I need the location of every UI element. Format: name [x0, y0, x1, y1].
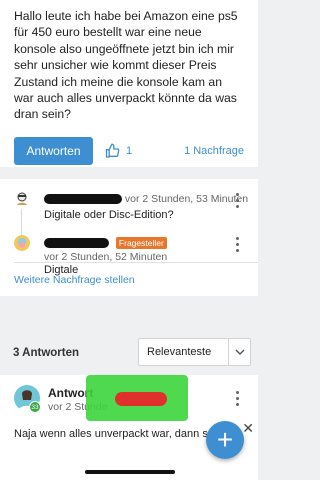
- question-text: Hallo leute ich habe bei Amazon eine ps5…: [14, 9, 238, 122]
- redacted-username: [44, 238, 109, 249]
- avatar[interactable]: [14, 191, 30, 207]
- answer-button[interactable]: Antworten: [14, 136, 93, 165]
- asker-badge: Fragesteller: [115, 237, 167, 249]
- followup-meta: Fragesteller: [44, 237, 167, 249]
- more-vertical-icon[interactable]: [236, 237, 240, 255]
- followups-section: vor 2 Stunden, 53 Minuten Digitale oder …: [0, 179, 258, 296]
- more-vertical-icon[interactable]: [236, 193, 240, 211]
- followup-text: Digitale oder Disc-Edition?: [44, 209, 174, 221]
- sort-selected-value: Relevanteste: [147, 346, 212, 358]
- ask-followup-link[interactable]: Weitere Nachfrage stellen: [14, 262, 258, 296]
- more-vertical-icon[interactable]: [236, 391, 240, 409]
- home-indicator: [85, 470, 175, 474]
- followup-item: vor 2 Stunden, 53 Minuten Digitale oder …: [0, 179, 258, 223]
- answers-count: 3 Antworten: [13, 347, 80, 359]
- plus-icon[interactable]: +: [206, 421, 244, 459]
- followup-item: Fragesteller vor 2 Stunden, 52 Minuten D…: [0, 223, 258, 276]
- question-actions: Antworten 1 1 Nachfrage: [14, 136, 244, 165]
- answer-text: Naja wenn alles unverpackt war, dann so: [14, 428, 214, 440]
- level-badge: 33: [29, 401, 41, 413]
- sort-select[interactable]: Relevanteste: [138, 338, 251, 366]
- close-icon[interactable]: ✕: [242, 420, 254, 437]
- avatar[interactable]: [14, 235, 30, 251]
- question-card: Hallo leute ich habe bei Amazon eine ps5…: [0, 0, 258, 167]
- chevron-down-icon: [228, 339, 250, 365]
- redacted-username: [44, 194, 122, 205]
- like-button[interactable]: 1: [104, 143, 132, 159]
- followup-meta: vor 2 Stunden, 53 Minuten: [44, 193, 248, 205]
- like-count: 1: [126, 144, 133, 157]
- redaction-red: [115, 392, 167, 406]
- answers-header: 3 Antworten Relevanteste: [0, 337, 258, 369]
- followup-count-link[interactable]: 1 Nachfrage: [184, 145, 244, 157]
- thumbs-up-icon: [105, 143, 120, 158]
